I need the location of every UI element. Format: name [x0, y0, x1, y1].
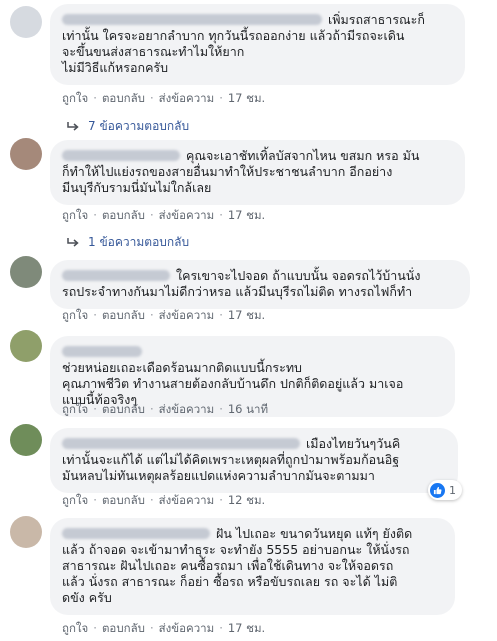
separator-dot: ·	[149, 208, 154, 222]
separator-dot: ·	[93, 493, 97, 507]
reply-link[interactable]: ตอบกลับ	[102, 207, 145, 225]
comment-text-line: มีนบุรีกับรามนี่มันไม่ใกล้เลย	[62, 180, 212, 195]
view-replies-link[interactable]: 7 ข้อความตอบกลับ	[66, 117, 189, 136]
separator-dot: ·	[149, 621, 154, 635]
comment-text-line: แล้ว ถ้าจอด จะเข้ามาทำธุระ จะทำยัง 5555 …	[62, 542, 410, 557]
comment-bubble: ใครเขาจะไปจอด ถ้าแบบนั้น จอดรถไว้บ้านนั่…	[50, 260, 470, 309]
message-link[interactable]: ส่งข้อความ	[159, 307, 215, 325]
comment-actions: ถูกใจ · ตอบกลับ · ส่งข้อความ · 17 ชม.	[62, 207, 265, 225]
thumbs-up-icon	[430, 482, 445, 498]
reply-link[interactable]: ตอบกลับ	[102, 90, 145, 108]
avatar[interactable]	[10, 330, 42, 362]
comment-text-line: ดขัง ครับ	[62, 590, 112, 605]
separator-dot: ·	[93, 621, 97, 635]
separator-dot: ·	[219, 308, 223, 322]
reply-link[interactable]: ตอบกลับ	[102, 620, 145, 638]
avatar[interactable]	[10, 424, 42, 456]
separator-dot: ·	[219, 621, 223, 635]
reaction-count: 1	[449, 483, 456, 497]
comment-bubble: ฝัน ไปเถอะ ขนาดวันหยุด แท้ๆ ยังติด แล้ว …	[50, 518, 455, 615]
comment-actions: ถูกใจ · ตอบกลับ · ส่งข้อความ · 12 ชม.	[62, 492, 265, 510]
comment-text-line: แล้ว นั่งรถ สาธารณะ ก็อย่า ซื้อรถ หรือขั…	[62, 574, 398, 589]
comment-text-line: ฝัน ไปเถอะ ขนาดวันหยุด แท้ๆ ยังติด	[216, 526, 413, 541]
comment-actions: ถูกใจ · ตอบกลับ · ส่งข้อความ · 16 นาที	[62, 401, 268, 419]
view-replies-link[interactable]: 1 ข้อความตอบกลับ	[66, 233, 189, 252]
reply-arrow-icon	[67, 237, 79, 247]
comment-text-line: เท่านั้นจะแก้ได้ แต่ไม่ได้คิดเพราะเหตุผล…	[62, 452, 400, 467]
comment-text-line: ช่วยหน่อยเถอะเดือดร้อนมากติดแบบนี้กระทบ	[62, 360, 302, 375]
like-link[interactable]: ถูกใจ	[62, 90, 88, 108]
message-link[interactable]: ส่งข้อความ	[159, 492, 215, 510]
comment-text-line: รถประจำทางกันมาไม่ดีกว่าหรอ แล้วมีนบุรีร…	[62, 284, 413, 299]
author-name-blurred[interactable]	[62, 528, 210, 539]
separator-dot: ·	[219, 493, 223, 507]
separator-dot: ·	[93, 91, 97, 105]
separator-dot: ·	[219, 91, 223, 105]
timestamp[interactable]: 16 นาที	[228, 401, 268, 419]
avatar[interactable]	[10, 256, 42, 288]
author-name-blurred[interactable]	[62, 150, 180, 161]
author-name-blurred[interactable]	[62, 346, 142, 357]
message-link[interactable]: ส่งข้อความ	[159, 207, 215, 225]
separator-dot: ·	[93, 308, 97, 322]
like-link[interactable]: ถูกใจ	[62, 492, 88, 510]
like-link[interactable]: ถูกใจ	[62, 207, 88, 225]
comment-text-line: คุณจะเอาชัทเทิ้ลบัสจากไหน ขสมก หรอ มัน	[186, 148, 420, 163]
comment-text-line: ไม่มีวิธีแก้หรอกครับ	[62, 60, 169, 75]
like-link[interactable]: ถูกใจ	[62, 307, 88, 325]
comment-text-line: ก็ทำให้ไปแย่งรถของสายอื่นมาทำให้ประชาชนล…	[62, 164, 393, 179]
comment-text-line: ใครเขาจะไปจอด ถ้าแบบนั้น จอดรถไว้บ้านนั่…	[176, 268, 421, 283]
comment-text-line: จะขึ้นขนส่งสาธารณะทำไมให้ยาก	[62, 44, 245, 59]
avatar[interactable]	[10, 6, 42, 38]
timestamp[interactable]: 17 ชม.	[228, 620, 265, 638]
comment-text-line: เพิ่มรถสาธารณะก็	[328, 12, 425, 27]
author-name-blurred[interactable]	[62, 14, 322, 25]
comment-text-line: สาธารณะ ฝันไปเถอะ คนซื้อรถมา เพื่อใช้เดิ…	[62, 558, 394, 573]
reply-link[interactable]: ตอบกลับ	[102, 307, 145, 325]
comment-text-line: เมืองไทยวันๆวันคิ	[306, 436, 401, 451]
separator-dot: ·	[93, 402, 97, 416]
comment-bubble: คุณจะเอาชัทเทิ้ลบัสจากไหน ขสมก หรอ มัน ก…	[50, 140, 465, 205]
replies-count[interactable]: 1 ข้อความตอบกลับ	[88, 233, 189, 252]
like-link[interactable]: ถูกใจ	[62, 401, 88, 419]
message-link[interactable]: ส่งข้อความ	[159, 90, 215, 108]
reaction-badge[interactable]: 1	[428, 480, 462, 500]
author-name-blurred[interactable]	[62, 270, 170, 281]
comment-actions: ถูกใจ · ตอบกลับ · ส่งข้อความ · 17 ชม.	[62, 90, 265, 108]
comment-text-line: คุณภาพชีวิต ทำงานสายต้องกลับบ้านดึก ปกติ…	[62, 376, 404, 391]
separator-dot: ·	[219, 208, 223, 222]
comment-text-line: เท่านั้น ใครจะอยากลำบาก ทุกวันนี้รถออกง่…	[62, 28, 405, 43]
comment-text-line: มันหลบไม่ทันเหตุผลร้อยแปดแห่งความลำบากมั…	[62, 468, 375, 483]
reply-link[interactable]: ตอบกลับ	[102, 492, 145, 510]
comment-actions: ถูกใจ · ตอบกลับ · ส่งข้อความ · 17 ชม.	[62, 620, 265, 638]
comment-bubble: เมืองไทยวันๆวันคิ เท่านั้นจะแก้ได้ แต่ไม…	[50, 428, 458, 493]
separator-dot: ·	[149, 402, 154, 416]
separator-dot: ·	[149, 493, 154, 507]
timestamp[interactable]: 17 ชม.	[228, 207, 265, 225]
replies-count[interactable]: 7 ข้อความตอบกลับ	[88, 117, 189, 136]
reply-link[interactable]: ตอบกลับ	[102, 401, 145, 419]
separator-dot: ·	[149, 308, 154, 322]
comment-bubble: เพิ่มรถสาธารณะก็ เท่านั้น ใครจะอยากลำบาก…	[50, 4, 465, 85]
separator-dot: ·	[149, 91, 154, 105]
avatar[interactable]	[10, 138, 42, 170]
timestamp[interactable]: 12 ชม.	[228, 492, 265, 510]
author-name-blurred[interactable]	[62, 438, 300, 449]
message-link[interactable]: ส่งข้อความ	[159, 401, 215, 419]
separator-dot: ·	[93, 208, 97, 222]
message-link[interactable]: ส่งข้อความ	[159, 620, 215, 638]
timestamp[interactable]: 17 ชม.	[228, 307, 265, 325]
avatar[interactable]	[10, 516, 42, 548]
like-link[interactable]: ถูกใจ	[62, 620, 88, 638]
separator-dot: ·	[219, 402, 223, 416]
reply-arrow-icon	[67, 121, 79, 131]
comment-actions: ถูกใจ · ตอบกลับ · ส่งข้อความ · 17 ชม.	[62, 307, 265, 325]
timestamp[interactable]: 17 ชม.	[228, 90, 265, 108]
